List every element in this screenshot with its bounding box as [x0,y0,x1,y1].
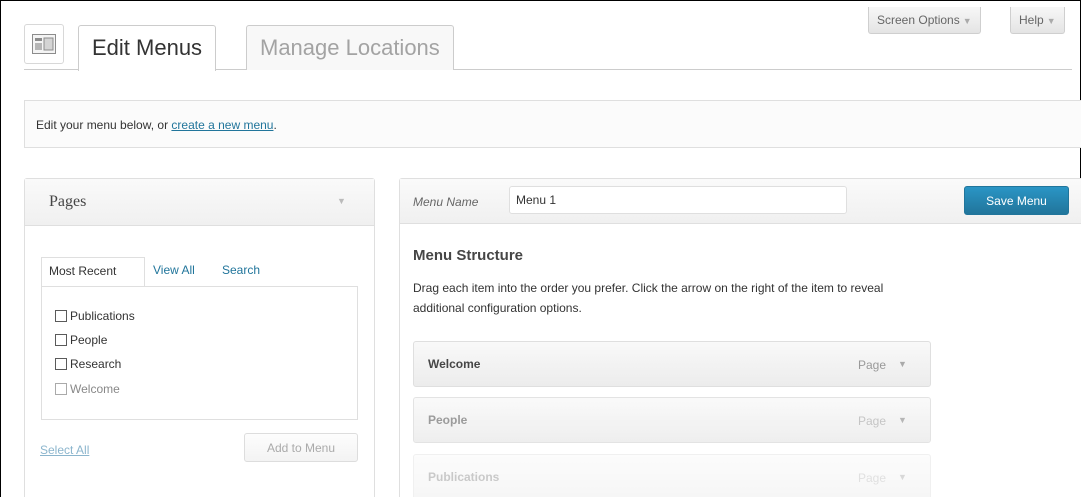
menu-structure-description: Drag each item into the order you prefer… [413,278,1053,318]
menu-item-type: Page [858,414,887,428]
menu-item-title: Welcome [428,357,481,371]
menu-item-publications[interactable]: Publications Page ▼ [413,454,931,497]
menu-item-people[interactable]: People Page ▼ [413,397,931,443]
checkbox[interactable] [55,358,67,370]
manage-menus-prefix: Edit your menu below, or [36,118,169,132]
menus-icon [32,34,56,54]
tab-view-all[interactable]: View All [153,257,195,287]
item-expand-icon[interactable]: ▼ [898,415,907,425]
page-item-label: People [70,333,108,347]
chevron-down-icon: ▼ [962,16,972,26]
chevron-down-icon: ▼ [1046,16,1056,26]
pages-checklist [41,286,358,420]
page-item-people[interactable]: People [55,333,107,347]
menu-name-label: Menu Name [413,195,479,209]
tab-search[interactable]: Search [222,257,260,287]
page-item-label: Publications [70,309,135,323]
page-item-label: Welcome [70,382,120,396]
menus-screen-icon [24,24,64,64]
menu-item-welcome[interactable]: Welcome Page ▼ [413,341,931,387]
checkbox[interactable] [55,383,67,395]
item-expand-icon[interactable]: ▼ [898,359,907,369]
checkbox[interactable] [55,310,67,322]
menu-item-title: Publications [428,470,500,484]
menu-structure-description-line: Drag each item into the order you prefer… [413,281,884,295]
tab-edit-menus[interactable]: Edit Menus [78,25,217,71]
item-expand-icon[interactable]: ▼ [898,472,907,482]
manage-menus-text: Edit your menu below, or create a new me… [36,118,277,132]
page-item-publications[interactable]: Publications [55,309,135,323]
tab-most-recent[interactable]: Most Recent [41,257,145,287]
help-label: Help [1019,13,1044,27]
menu-item-title: People [428,413,468,427]
screen-options-button[interactable]: Screen Options ▼ [868,7,981,34]
add-to-menu-button[interactable]: Add to Menu [244,433,358,462]
menu-edit-panel [399,178,1081,497]
tab-manage-locations[interactable]: Manage Locations [246,25,454,70]
pages-panel-title: Pages [49,193,87,210]
menu-item-type: Page [858,358,887,372]
page-item-research[interactable]: Research [55,357,121,371]
menu-structure-description-line: additional configuration options. [413,301,582,315]
page-item-welcome[interactable]: Welcome [55,382,120,396]
menu-item-type: Page [858,471,887,485]
menu-name-input[interactable] [509,186,847,214]
select-all-link[interactable]: Select All [40,443,89,457]
panel-toggle-icon[interactable]: ▼ [337,196,346,206]
checkbox[interactable] [55,334,67,346]
help-button[interactable]: Help ▼ [1010,7,1065,34]
menu-structure-title: Menu Structure [413,247,524,264]
screen-options-label: Screen Options [877,13,960,27]
save-menu-button[interactable]: Save Menu [964,186,1069,215]
page-item-label: Research [70,357,122,371]
create-new-menu-link[interactable]: create a new menu [171,118,273,132]
manage-menus-suffix: . [273,118,277,132]
